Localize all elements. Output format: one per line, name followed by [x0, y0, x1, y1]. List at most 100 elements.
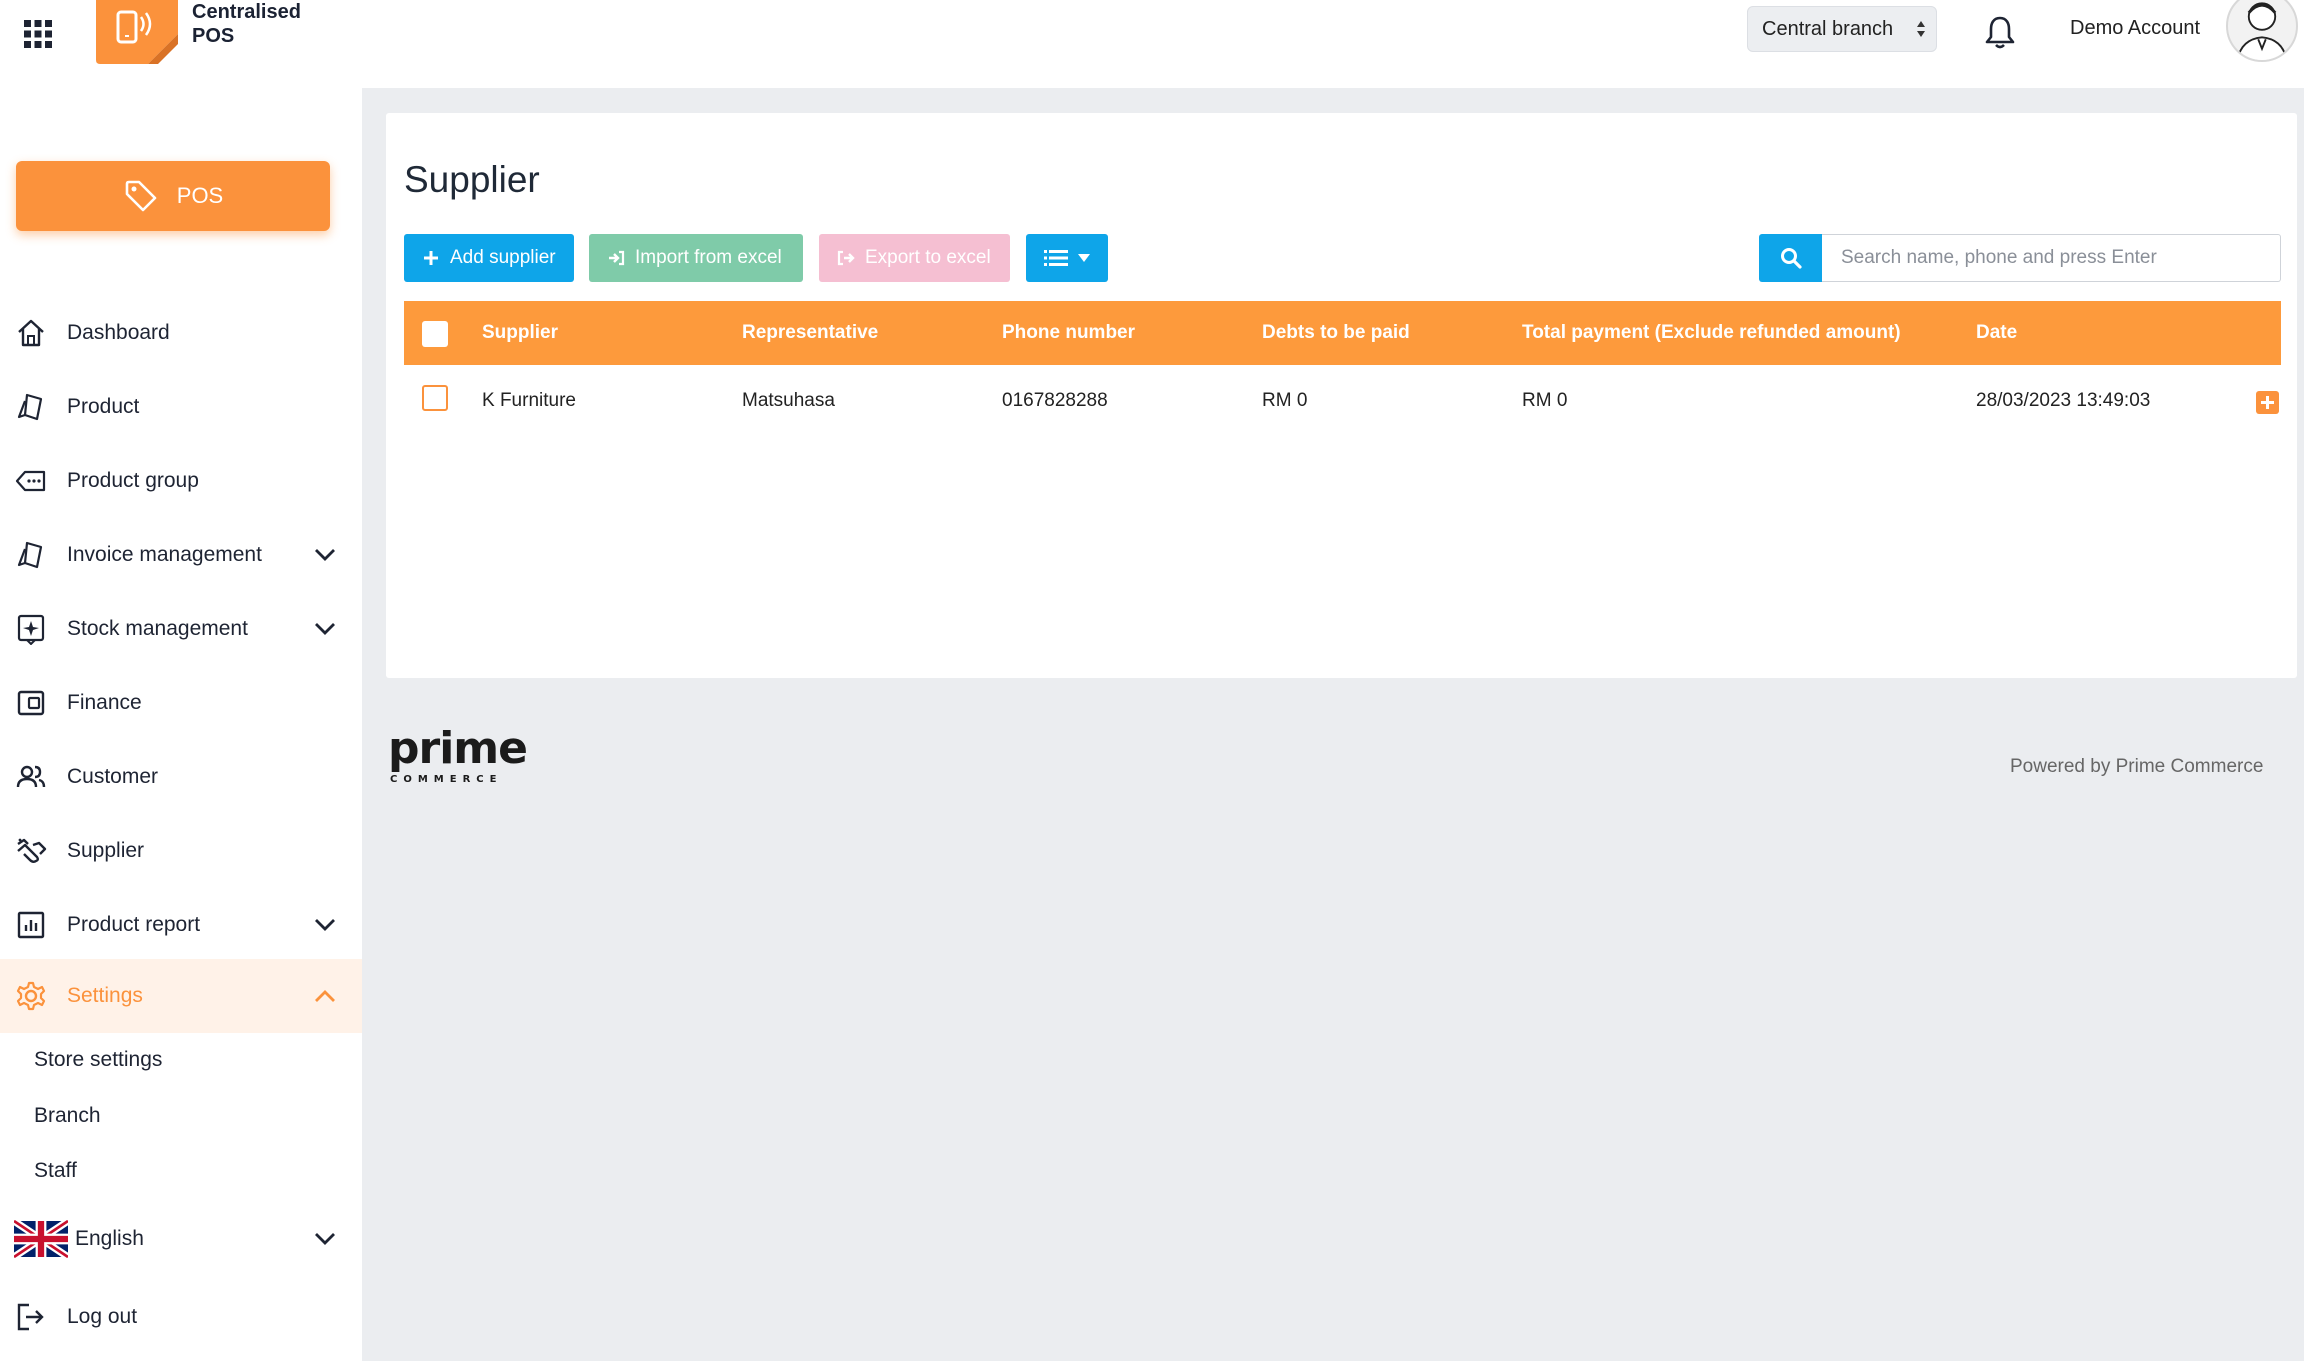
export-excel-button[interactable]: Export to excel [819, 234, 1010, 282]
cell-date: 28/03/2023 13:49:03 [1976, 390, 2151, 411]
search-button[interactable] [1759, 234, 1822, 282]
table-row[interactable]: K Furniture Matsuhasa 0167828288 RM 0 RM… [404, 365, 2281, 435]
sign-in-icon [609, 250, 625, 266]
select-all-checkbox[interactable] [422, 321, 448, 347]
chart-report-icon [17, 911, 45, 939]
invoice-icon [17, 541, 43, 569]
supplier-card: Supplier Add supplier Import from excel … [386, 113, 2297, 678]
sidebar-item-supplier[interactable]: Supplier [0, 814, 362, 888]
chevron-down-icon [315, 623, 335, 635]
search-icon [1780, 248, 1802, 269]
stock-icon [17, 614, 45, 645]
cell-phone: 0167828288 [1002, 390, 1108, 411]
branch-select-value: Central branch [1762, 18, 1894, 40]
page-title: Supplier [404, 159, 540, 200]
bell-icon[interactable] [1984, 14, 2016, 50]
sidebar-item-label: Dashboard [67, 321, 170, 344]
import-excel-label: Import from excel [635, 247, 782, 268]
gear-icon [16, 981, 46, 1011]
column-header-total-payment[interactable]: Total payment (Exclude refunded amount) [1522, 322, 1901, 344]
cell-total-payment: RM 0 [1522, 390, 1568, 411]
sidebar: POS Dashboard Product Product group Invo… [0, 88, 362, 1361]
logo-sub: COMMERCE [390, 774, 502, 785]
sidebar-subitem-store-settings[interactable]: Store settings [34, 1048, 162, 1072]
plus-icon [424, 251, 438, 265]
sidebar-item-label: Settings [67, 984, 143, 1007]
logout-button[interactable]: Log out [0, 1280, 362, 1354]
logout-label: Log out [67, 1305, 138, 1328]
avatar[interactable] [2226, 0, 2298, 62]
sort-arrows-icon [1917, 21, 1925, 37]
apps-grid-icon[interactable] [24, 20, 52, 48]
plus-square-icon [2261, 396, 2274, 409]
table-header: Supplier Representative Phone number Deb… [404, 301, 2281, 365]
column-header-phone[interactable]: Phone number [1002, 322, 1135, 344]
sidebar-item-product-report[interactable]: Product report [0, 888, 362, 962]
add-supplier-button[interactable]: Add supplier [404, 234, 574, 282]
chevron-up-icon [315, 990, 335, 1002]
sidebar-subitem-branch[interactable]: Branch [34, 1104, 101, 1128]
sidebar-item-settings[interactable]: Settings [0, 959, 362, 1033]
list-icon [1044, 250, 1068, 266]
sidebar-item-label: Supplier [67, 839, 145, 862]
language-select[interactable]: English [0, 1202, 362, 1276]
row-expand-button[interactable] [2256, 391, 2279, 414]
cell-supplier[interactable]: K Furniture [482, 390, 576, 412]
users-icon [16, 765, 46, 788]
sidebar-item-label: Finance [67, 691, 142, 714]
tag-group-icon [15, 470, 46, 492]
language-label: English [75, 1227, 144, 1250]
sidebar-item-label: Product report [67, 913, 201, 936]
column-view-dropdown[interactable] [1026, 234, 1108, 282]
handshake-icon [17, 838, 47, 863]
sidebar-item-label: Product group [67, 469, 199, 492]
chevron-down-icon [315, 549, 335, 561]
caret-down-icon [1078, 254, 1090, 262]
app-title-line2: POS [192, 25, 235, 47]
home-icon [18, 319, 44, 347]
prime-commerce-logo: prime COMMERCE [388, 725, 528, 785]
sidebar-item-invoice-management[interactable]: Invoice management [0, 518, 362, 592]
pos-button[interactable]: POS [16, 161, 330, 231]
sign-out-icon [837, 250, 855, 266]
cell-representative: Matsuhasa [742, 390, 835, 411]
branch-select[interactable]: Central branch [1747, 6, 1937, 52]
chevron-down-icon [315, 919, 335, 931]
tag-icon [125, 180, 157, 212]
top-bar: Centralised POS Central branch Demo Acco… [0, 0, 2304, 88]
powered-by-text: Powered by Prime Commerce [2010, 756, 2264, 777]
pos-button-label: POS [176, 183, 224, 208]
add-supplier-label: Add supplier [450, 247, 556, 268]
uk-flag-icon [14, 1220, 68, 1258]
app-title: Centralised POS [192, 0, 352, 48]
wallet-icon [17, 690, 45, 716]
search-input[interactable] [1822, 234, 2281, 282]
column-header-representative[interactable]: Representative [742, 322, 878, 344]
sidebar-item-finance[interactable]: Finance [0, 666, 362, 740]
app-title-line1: Centralised [192, 1, 301, 23]
export-excel-label: Export to excel [865, 247, 991, 268]
column-header-supplier[interactable]: Supplier [482, 322, 558, 344]
sidebar-subitem-staff[interactable]: Staff [34, 1159, 77, 1183]
import-excel-button[interactable]: Import from excel [589, 234, 803, 282]
sidebar-item-dashboard[interactable]: Dashboard [0, 296, 362, 370]
sidebar-item-label: Stock management [67, 617, 248, 640]
logo-word: prime [388, 725, 527, 774]
sidebar-item-label: Product [67, 395, 140, 418]
column-header-debts[interactable]: Debts to be paid [1262, 322, 1410, 344]
product-icon [17, 393, 43, 421]
pos-logo-icon [96, 0, 178, 64]
user-avatar-icon [2236, 2, 2288, 60]
row-checkbox[interactable] [422, 385, 448, 411]
cell-debts: RM 0 [1262, 390, 1308, 411]
account-name[interactable]: Demo Account [2070, 17, 2200, 40]
sidebar-item-product[interactable]: Product [0, 370, 362, 444]
sidebar-item-label: Invoice management [67, 543, 262, 566]
sidebar-item-customer[interactable]: Customer [0, 740, 362, 814]
logout-icon [17, 1303, 44, 1331]
sidebar-item-label: Customer [67, 765, 159, 788]
chevron-down-icon [315, 1233, 335, 1245]
sidebar-item-product-group[interactable]: Product group [0, 444, 362, 518]
sidebar-item-stock-management[interactable]: Stock management [0, 592, 362, 666]
column-header-date[interactable]: Date [1976, 322, 2017, 344]
